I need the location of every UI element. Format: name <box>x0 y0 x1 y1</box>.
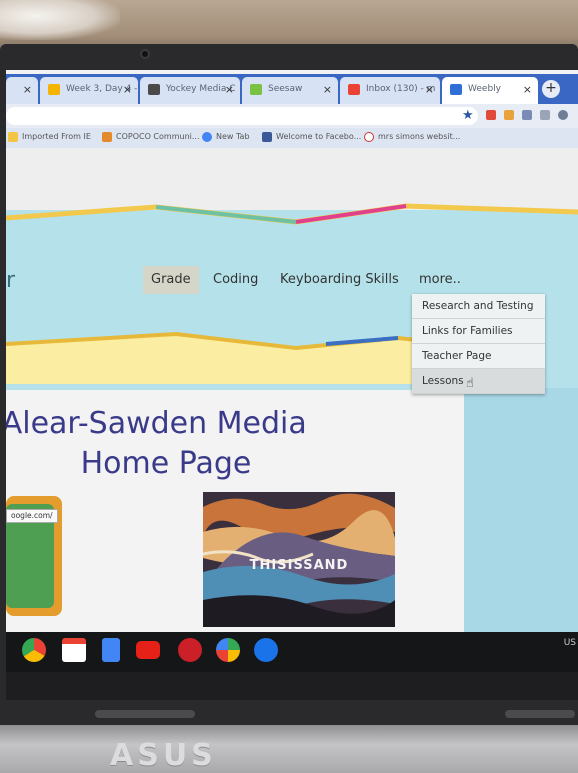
chromeos-shelf: US <box>6 632 578 672</box>
menu-item-lessons[interactable]: Lessons <box>412 369 545 394</box>
extension-icon[interactable] <box>522 110 532 120</box>
screen: × Week 3, Day 4 - × Yockey Media C × See… <box>6 70 578 700</box>
google-icon <box>364 132 374 142</box>
close-icon[interactable]: × <box>425 83 434 96</box>
nav-keyboarding-skills[interactable]: Keyboarding Skills <box>272 266 407 294</box>
website: r Grade Coding Keyboarding Skills more..… <box>6 148 578 672</box>
tab-weebly[interactable]: Weebly × <box>442 77 538 104</box>
profile-icon[interactable] <box>558 110 568 120</box>
menu-item-research-and-testing[interactable]: Research and Testing <box>412 294 545 319</box>
close-icon[interactable]: × <box>123 83 132 96</box>
toolbar: ★ <box>6 104 578 128</box>
light-glare <box>0 0 120 40</box>
tab-yockey-media[interactable]: Yockey Media C × <box>140 77 240 104</box>
status-tray[interactable]: US <box>564 638 576 648</box>
bookmark-new-tab[interactable]: New Tab <box>202 132 250 142</box>
image-caption: THISISSAND <box>249 558 349 573</box>
docs-icon[interactable] <box>102 638 120 662</box>
copoco-icon <box>102 132 112 142</box>
tab-label: Weebly <box>468 84 501 94</box>
tab-week3[interactable]: Week 3, Day 4 - × <box>40 77 138 104</box>
weebly-favicon-icon <box>450 84 462 95</box>
page-subtitle: Home Page <box>80 446 252 481</box>
new-tab-button[interactable]: + <box>542 80 560 98</box>
bookmarks-bar: Imported From IE COPOCO Communi... New T… <box>6 128 578 148</box>
right-decor-panel <box>464 388 578 672</box>
youtube-icon[interactable] <box>136 641 160 659</box>
nav-more[interactable]: more.. <box>411 266 469 294</box>
bezel-bottom <box>6 672 578 700</box>
bookmark-label: COPOCO Communi... <box>116 132 200 141</box>
close-icon[interactable]: × <box>225 83 234 96</box>
tab-strip: × Week 3, Day 4 - × Yockey Media C × See… <box>6 74 578 104</box>
laptop-base <box>0 725 578 773</box>
address-bar[interactable] <box>6 107 478 125</box>
bookmark-label: New Tab <box>216 132 250 141</box>
bookmark-copoco[interactable]: COPOCO Communi... <box>102 132 200 142</box>
site-favicon-icon <box>148 84 160 95</box>
page-title: cAlear-Sawden Media <box>6 406 307 441</box>
menu-item-links-for-families[interactable]: Links for Families <box>412 319 545 344</box>
extension-icon[interactable] <box>540 110 550 120</box>
menu-item-teacher-page[interactable]: Teacher Page <box>412 344 545 369</box>
docs-favicon-icon <box>48 84 60 95</box>
hinge <box>95 710 195 718</box>
bookmark-facebook[interactable]: Welcome to Facebo... <box>262 132 362 142</box>
play-store-icon[interactable] <box>216 638 240 662</box>
extension-icon[interactable] <box>486 110 496 120</box>
bookmark-label: Welcome to Facebo... <box>276 132 362 141</box>
bookmark-star-icon[interactable]: ★ <box>462 108 474 123</box>
bookmark-mrs-simons[interactable]: mrs simons websit... <box>364 132 461 142</box>
feature-image[interactable]: THISISSAND <box>203 492 395 627</box>
close-icon[interactable]: × <box>323 83 332 96</box>
gmail-icon[interactable] <box>62 638 86 662</box>
brand-logo: ASUS <box>110 738 217 773</box>
close-icon[interactable]: × <box>523 83 532 96</box>
folder-icon <box>8 132 18 142</box>
close-icon[interactable]: × <box>23 83 32 96</box>
facebook-icon <box>262 132 272 142</box>
bookmark-label: mrs simons websit... <box>378 132 461 141</box>
nav-grade[interactable]: Grade <box>143 266 199 294</box>
seesaw-favicon-icon <box>250 84 262 95</box>
hand-pointer-icon: ☝ <box>466 376 474 391</box>
nav-coding[interactable]: Coding <box>205 266 266 294</box>
tab-inbox[interactable]: Inbox (130) - m × <box>340 77 440 104</box>
extension-icon[interactable] <box>504 110 514 120</box>
globe-icon <box>202 132 212 142</box>
files-icon[interactable] <box>254 638 278 662</box>
more-dropdown-menu: Research and Testing Links for Families … <box>412 294 545 394</box>
pinterest-icon[interactable] <box>178 638 202 662</box>
tab-label: Seesaw <box>268 84 303 94</box>
image-url-tooltip: oogle.com/ <box>6 509 58 523</box>
gmail-favicon-icon <box>348 84 360 95</box>
chrome-icon[interactable] <box>22 638 46 662</box>
bookmark-imported[interactable]: Imported From IE <box>8 132 91 142</box>
site-logo[interactable]: r <box>6 268 15 293</box>
hinge <box>505 710 575 718</box>
tab-seesaw[interactable]: Seesaw × <box>242 77 338 104</box>
bookmark-label: Imported From IE <box>22 132 91 141</box>
webcam-icon <box>140 49 150 59</box>
tab-partial[interactable]: × <box>6 77 38 104</box>
